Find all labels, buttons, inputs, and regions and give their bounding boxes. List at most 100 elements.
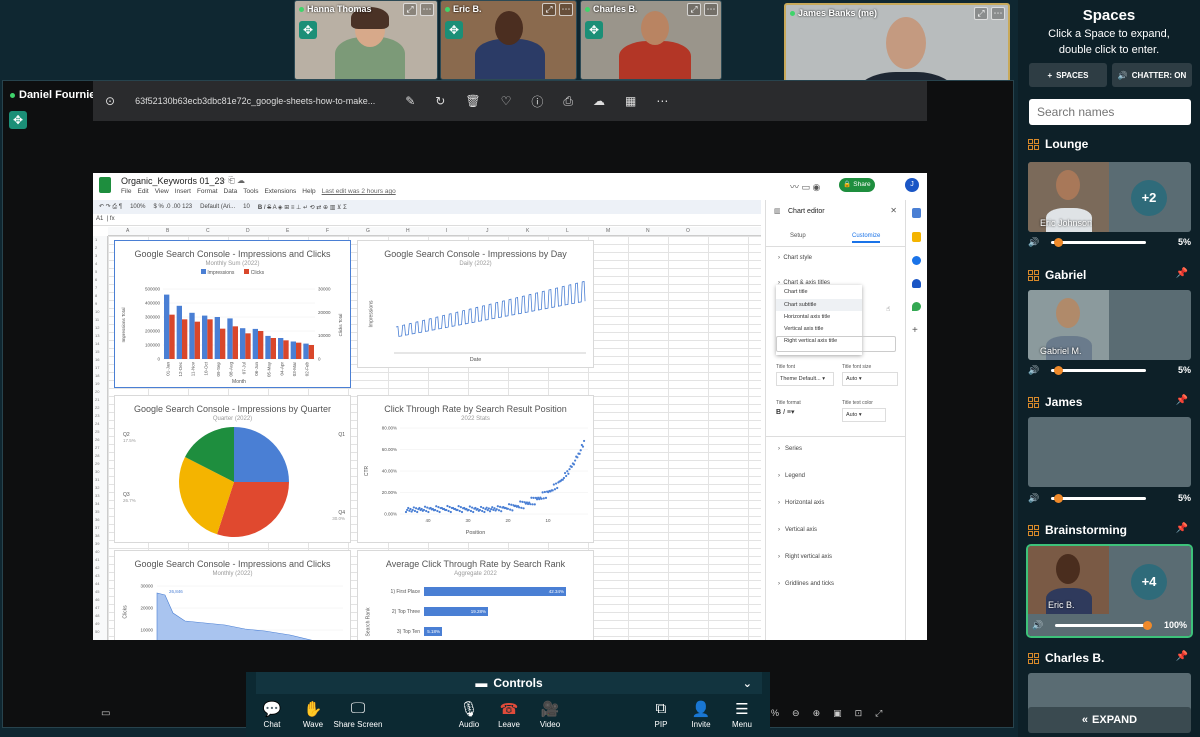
chevron-down-icon[interactable]: ⌄ — [743, 677, 752, 690]
expand-icon[interactable]: ⤢ — [542, 3, 556, 16]
pin-icon[interactable]: 📌 — [1176, 268, 1188, 279]
spaces-button[interactable]: + SPACES — [1029, 63, 1107, 87]
format-buttons[interactable]: B I ≡▾ — [776, 408, 795, 416]
title-font-select[interactable]: Theme Default... ▾ — [776, 372, 834, 386]
row-header[interactable]: 20 — [95, 389, 99, 394]
volume-gabriel[interactable]: 🔊 5% — [1028, 362, 1191, 378]
search-names-input[interactable] — [1029, 99, 1191, 125]
print-icon[interactable]: ⎙ — [563, 94, 573, 109]
pin-icon[interactable]: 📌 — [1176, 523, 1188, 534]
row-header[interactable]: 17 — [95, 365, 99, 370]
volume-brainstorming[interactable]: 🔊 100% — [1032, 617, 1187, 633]
row-header[interactable]: 14 — [95, 341, 99, 346]
audio-button[interactable]: 🎙 Audio — [455, 700, 483, 729]
row-header[interactable]: 47 — [95, 605, 99, 610]
trash-icon[interactable]: 🗑 — [465, 94, 480, 108]
editor-section[interactable]: › Vertical axis — [778, 527, 817, 533]
row-header[interactable]: 41 — [95, 557, 99, 562]
chatter-toggle[interactable]: 🔊 CHATTER: ON — [1112, 63, 1192, 87]
row-header[interactable]: 31 — [95, 477, 99, 482]
expand-icon[interactable]: ⤢ — [974, 7, 988, 20]
row-header[interactable]: 24 — [95, 421, 99, 426]
volume-lounge[interactable]: 🔊 5% — [1028, 234, 1191, 250]
pip-button[interactable]: ⧉ PIP — [647, 700, 675, 729]
column-header[interactable]: F — [326, 228, 329, 234]
row-header[interactable]: 33 — [95, 493, 99, 498]
row-header[interactable]: 39 — [95, 541, 99, 546]
volume-slider[interactable] — [1055, 620, 1153, 630]
menu-button[interactable]: ☰ Menu — [728, 700, 756, 729]
row-header[interactable]: 1 — [95, 237, 97, 242]
menu-item[interactable]: Data — [224, 188, 238, 195]
space-card-lounge[interactable]: Eric Johnson +2 — [1028, 162, 1191, 232]
chart-avg-ctr-rank[interactable]: Average Click Through Rate by Search Ran… — [357, 550, 594, 640]
column-header[interactable]: B — [166, 228, 169, 234]
row-header[interactable]: 45 — [95, 589, 99, 594]
row-header[interactable]: 15 — [95, 349, 99, 354]
add-icon[interactable]: + — [912, 325, 927, 336]
section-chart-style[interactable]: › Chart style — [778, 255, 812, 261]
font-size[interactable]: 10 — [243, 204, 250, 210]
volume-knob[interactable] — [1053, 237, 1063, 247]
document-title[interactable]: Organic_Keywords 01_23 — [121, 176, 225, 186]
chart-impressions-quarter[interactable]: Google Search Console - Impressions by Q… — [114, 395, 351, 543]
row-header[interactable]: 26 — [95, 437, 99, 442]
menu-item[interactable]: Insert — [175, 188, 191, 195]
video-tile-charles[interactable]: Charles B. ⤢ ⋯ ✥ — [580, 0, 722, 80]
row-header[interactable]: 25 — [95, 429, 99, 434]
more-icon[interactable]: ⋯ — [559, 3, 573, 16]
wave-button[interactable]: ✋ Wave — [299, 700, 327, 729]
row-header[interactable]: 30 — [95, 469, 99, 474]
row-header[interactable]: 35 — [95, 509, 99, 514]
row-header[interactable]: 9 — [95, 301, 97, 306]
row-header[interactable]: 6 — [95, 277, 97, 282]
column-header[interactable]: O — [686, 228, 690, 234]
zoom-out-icon[interactable]: ⊖ — [792, 708, 800, 719]
volume-knob[interactable] — [1053, 365, 1063, 375]
cloud-icon[interactable]: ☁ — [593, 94, 605, 108]
menu-item[interactable]: File — [121, 188, 131, 195]
row-header[interactable]: 11 — [95, 317, 99, 322]
last-edit-link[interactable]: Last edit was 2 hours ago — [322, 188, 396, 195]
space-header-lounge[interactable]: Lounge — [1028, 137, 1088, 151]
space-card-brainstorming[interactable]: Eric B. +4 🔊 100% — [1026, 544, 1193, 638]
row-header[interactable]: 5 — [95, 269, 97, 274]
tablet-icon[interactable]: ▭ — [101, 708, 110, 719]
move-icon[interactable]: ✥ — [585, 21, 603, 39]
more-icon[interactable]: ⋯ — [991, 7, 1005, 20]
calendar-icon[interactable] — [912, 208, 921, 218]
menu-item[interactable]: Format — [197, 188, 218, 195]
row-header[interactable]: 43 — [95, 573, 99, 578]
menu-item[interactable]: Help — [302, 188, 315, 195]
column-header[interactable]: M — [606, 228, 610, 234]
space-header-brainstorming[interactable]: Brainstorming — [1028, 523, 1127, 537]
column-header[interactable]: J — [486, 228, 489, 234]
dropdown-option[interactable]: Chart subtitle — [776, 299, 862, 311]
editor-section[interactable]: › Right vertical axis — [778, 554, 832, 560]
invite-button[interactable]: 👤 Invite — [687, 700, 715, 729]
pin-icon[interactable]: 📌 — [1176, 651, 1188, 662]
screenshot-icon[interactable]: ⊙ — [105, 94, 115, 108]
space-card-gabriel[interactable]: Gabriel M. — [1028, 290, 1191, 360]
row-header[interactable]: 36 — [95, 517, 99, 522]
row-header[interactable]: 40 — [95, 549, 99, 554]
dropdown-option[interactable]: Horizontal axis title — [776, 311, 862, 323]
undo-icon[interactable]: ↶ ↷ ⎙ ¶ — [99, 203, 122, 211]
column-header[interactable]: A — [126, 228, 129, 234]
space-header-charles[interactable]: Charles B. — [1028, 651, 1104, 665]
close-icon[interactable]: ✕ — [890, 206, 897, 215]
formula-bar[interactable]: A1 | fx — [93, 216, 761, 226]
fit-icon[interactable]: ▣ — [833, 708, 842, 719]
header-icons[interactable]: 〰 ▭ ◉ — [790, 180, 820, 193]
column-header[interactable]: N — [646, 228, 650, 234]
expand-icon[interactable]: ⤢ — [687, 3, 701, 16]
column-header[interactable]: L — [566, 228, 569, 234]
controls-tab[interactable]: ▬ Controls ⌄ — [256, 672, 762, 694]
contacts-icon[interactable] — [912, 279, 921, 288]
row-header[interactable]: 48 — [95, 613, 99, 618]
row-header[interactable]: 18 — [95, 373, 99, 378]
chart-impressions-clicks[interactable]: Google Search Console - Impressions and … — [114, 240, 351, 388]
title-font-size-select[interactable]: Auto ▾ — [842, 372, 898, 386]
rotate-icon[interactable]: ↻ — [435, 94, 445, 108]
row-header[interactable]: 37 — [95, 525, 99, 530]
